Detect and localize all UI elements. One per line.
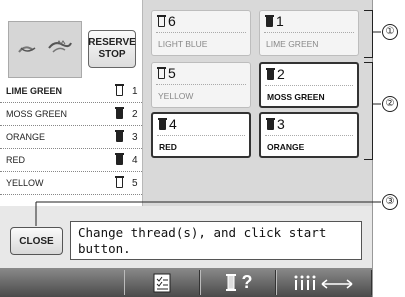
thread-sequence-panel: RESERVE STOP LIME GREEN 1 MOSS GREEN 2 ORANG…: [0, 0, 143, 206]
thread-color-list: LIME GREEN 1 MOSS GREEN 2 ORANGE 3 RED 4 YELLOW 5: [0, 80, 142, 195]
needle-slot: 4 RED: [151, 112, 251, 158]
checklist-button[interactable]: [124, 270, 200, 295]
spool-empty-icon: [157, 67, 166, 79]
thread-help-button[interactable]: ?: [200, 270, 276, 295]
callout-bracket-2: [364, 62, 373, 160]
slot-color-name: LIME GREEN: [266, 39, 319, 49]
stop-label: STOP: [98, 49, 126, 60]
close-button[interactable]: CLOSE: [10, 227, 63, 255]
slot-color-name: YELLOW: [158, 91, 194, 101]
reserve-label: RESERVE: [88, 37, 136, 48]
callout-1: ①: [382, 24, 398, 40]
thread-color-name: RED: [6, 155, 26, 165]
embroidery-preview: [8, 21, 82, 78]
slot-color-name: MOSS GREEN: [267, 92, 325, 102]
thread-list-item: MOSS GREEN 2: [0, 103, 142, 126]
message-line-1: Change thread(s), and click start: [78, 225, 327, 240]
needle-slot: 5 YELLOW: [151, 62, 251, 108]
callout-bracket-1: [364, 10, 373, 58]
callout-2: ②: [382, 96, 398, 112]
slot-color-name: RED: [159, 142, 177, 152]
checklist-icon: [153, 273, 171, 292]
needle-bar-move-icon: [294, 275, 353, 290]
needle-number: 4: [132, 155, 138, 166]
needle-number: 1: [132, 86, 138, 97]
thread-color-name: ORANGE: [6, 132, 46, 142]
spool-full-icon: [115, 130, 124, 144]
slot-color-name: LIGHT BLUE: [158, 39, 208, 49]
slot-number: 5: [168, 65, 176, 81]
message-area: CLOSE Change thread(s), and click start …: [0, 216, 372, 266]
needle-number: 5: [132, 178, 138, 189]
slot-number: 1: [276, 13, 284, 29]
spool-empty-icon: [115, 84, 124, 98]
thread-color-name: YELLOW: [6, 178, 44, 188]
embroidery-screen: RESERVE STOP LIME GREEN 1 MOSS GREEN 2 ORANG…: [0, 0, 373, 297]
design-preview-icon: [18, 40, 72, 53]
needle-bar-grid: 6 LIGHT BLUE 1 LIME GREEN 5 YELLOW 2 MOSS GREEN…: [143, 0, 372, 206]
needle-number: 2: [132, 109, 138, 120]
help-mark: ?: [241, 272, 253, 292]
thread-list-item: YELLOW 5: [0, 172, 142, 195]
bottom-toolbar: ?: [0, 268, 372, 297]
thread-color-name: LIME GREEN: [6, 86, 63, 96]
message-line-2: button.: [78, 241, 131, 256]
needle-number: 3: [132, 132, 138, 143]
spool-full-icon: [115, 107, 124, 121]
spool-full-icon: [158, 118, 167, 130]
needle-slot: 6 LIGHT BLUE: [151, 10, 251, 56]
spool-full-icon: [266, 68, 275, 80]
needle-slot: 1 LIME GREEN: [259, 10, 359, 56]
slot-number: 6: [168, 13, 176, 29]
spool-full-icon: [115, 153, 124, 167]
spool-full-icon: [266, 118, 275, 130]
thread-list-item: ORANGE 3: [0, 126, 142, 149]
callout-3: ③: [382, 194, 398, 210]
thread-list-item: LIME GREEN 1: [0, 80, 142, 103]
needle-bar-move-button[interactable]: [276, 270, 372, 295]
spool-empty-icon: [157, 15, 166, 27]
slot-number: 3: [277, 116, 285, 132]
slot-number: 4: [169, 116, 177, 132]
reserve-stop-button[interactable]: RESERVE STOP: [88, 30, 136, 68]
needle-slot: 3 ORANGE: [259, 112, 359, 158]
needle-slot: 2 MOSS GREEN: [259, 62, 359, 108]
slot-color-name: ORANGE: [267, 142, 305, 152]
spool-full-icon: [265, 15, 274, 27]
thread-list-item: RED 4: [0, 149, 142, 172]
instruction-message: Change thread(s), and click start button…: [70, 221, 362, 260]
spool-empty-icon: [115, 176, 124, 190]
slot-number: 2: [277, 66, 285, 82]
thread-help-icon: [225, 273, 236, 291]
thread-color-name: MOSS GREEN: [6, 109, 68, 119]
